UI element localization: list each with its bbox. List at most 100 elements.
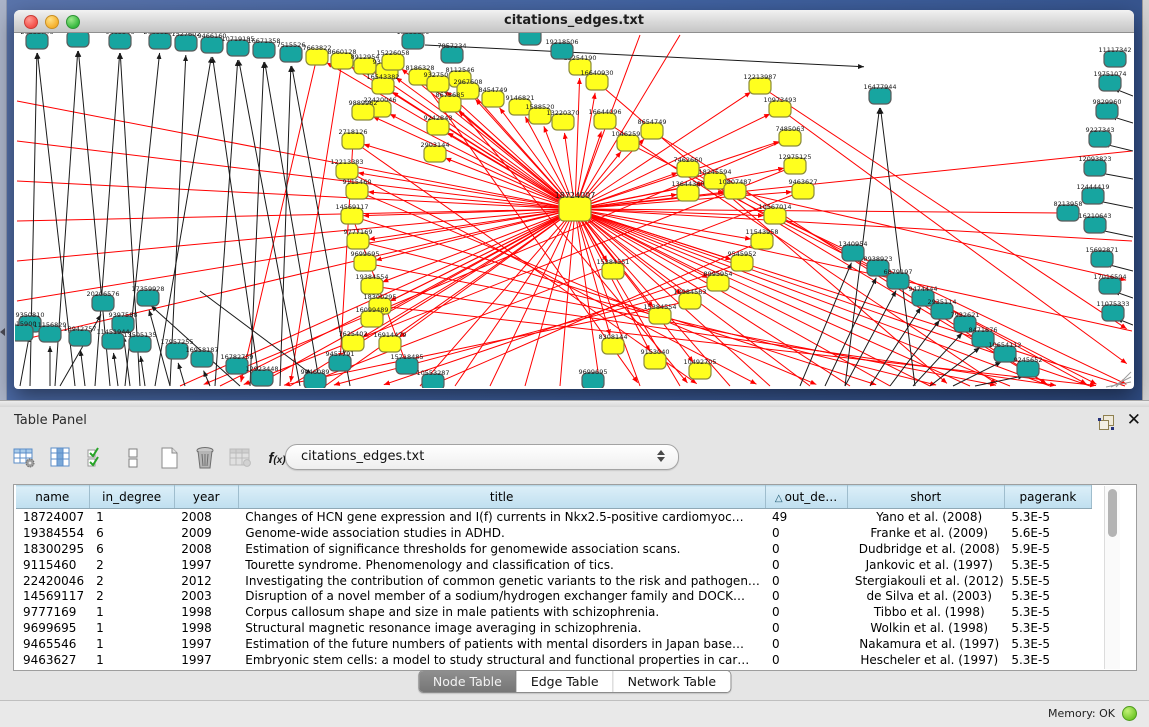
- table-cell[interactable]: 5.9E-5: [1004, 541, 1091, 557]
- table-cell[interactable]: Franke et al. (2009): [847, 525, 1004, 541]
- table-cell[interactable]: Tibbo et al. (1998): [847, 604, 1004, 620]
- table-cell[interactable]: 5.5E-5: [1004, 573, 1091, 589]
- table-row[interactable]: 969969511998Structural magnetic resonanc…: [16, 620, 1092, 636]
- table-cell[interactable]: 0: [765, 525, 847, 541]
- table-cell[interactable]: Stergiakouli et al. (2012): [847, 573, 1004, 589]
- table-cell[interactable]: 0: [765, 636, 847, 652]
- table-row[interactable]: 911546021997Tourette syndrome. Phenomeno…: [16, 557, 1092, 573]
- memory-status-indicator[interactable]: [1122, 706, 1137, 721]
- table-cell[interactable]: Embryonic stem cells: a model to study s…: [238, 652, 765, 668]
- table-row[interactable]: 2242004622012Investigating the contribut…: [16, 573, 1092, 589]
- tab-network-table[interactable]: Network Table: [614, 671, 731, 692]
- table-cell[interactable]: Disruption of a novel member of a sodium…: [238, 588, 765, 604]
- table-cell[interactable]: 0: [765, 588, 847, 604]
- table-cell[interactable]: 14569117: [16, 588, 89, 604]
- table-cell[interactable]: Investigating the contribution of common…: [238, 573, 765, 589]
- zoom-window-icon[interactable]: [66, 15, 80, 29]
- table-cell[interactable]: 5.3E-5: [1004, 509, 1091, 525]
- table-cell[interactable]: 9699695: [16, 620, 89, 636]
- table-cell[interactable]: 19384554: [16, 525, 89, 541]
- table-cell[interactable]: 1997: [174, 652, 238, 668]
- table-cell[interactable]: 9463627: [16, 652, 89, 668]
- column-header-title[interactable]: title: [238, 486, 765, 509]
- table-mode-button[interactable]: [10, 443, 40, 473]
- table-cell[interactable]: 2008: [174, 509, 238, 525]
- table-row[interactable]: 977716911998Corpus callosum shape and si…: [16, 604, 1092, 620]
- table-cell[interactable]: 18724007: [16, 509, 89, 525]
- table-cell[interactable]: Wolkin et al. (1998): [847, 620, 1004, 636]
- column-header-indegree[interactable]: in_degree: [89, 486, 174, 509]
- table-cell[interactable]: Dudbridge et al. (2008): [847, 541, 1004, 557]
- table-cell[interactable]: 0: [765, 652, 847, 668]
- column-header-pagerank[interactable]: pagerank: [1004, 486, 1091, 509]
- table-cell[interactable]: 2003: [174, 588, 238, 604]
- window-titlebar[interactable]: citations_edges.txt: [14, 10, 1134, 33]
- table-cell[interactable]: Genome-wide association studies in ADHD.: [238, 525, 765, 541]
- table-cell[interactable]: 1: [89, 509, 174, 525]
- table-cell[interactable]: 9777169: [16, 604, 89, 620]
- graph-node[interactable]: [519, 33, 541, 45]
- table-cell[interactable]: Tourette syndrome. Phenomenology and cla…: [238, 557, 765, 573]
- column-header-name[interactable]: name: [16, 486, 89, 509]
- minimize-window-icon[interactable]: [45, 15, 59, 29]
- table-cell[interactable]: 1: [89, 652, 174, 668]
- column-header-short[interactable]: short: [847, 486, 1004, 509]
- table-cell[interactable]: 18300295: [16, 541, 89, 557]
- table-row[interactable]: 1872400712008Changes of HCN gene express…: [16, 509, 1092, 525]
- select-all-columns-button[interactable]: [82, 443, 112, 473]
- table-cell[interactable]: 1: [89, 604, 174, 620]
- citation-network-graph[interactable]: 7663822866012889129549327508152260581654…: [15, 33, 1133, 388]
- table-cell[interactable]: Jankovic et al. (1997): [847, 557, 1004, 573]
- table-cell[interactable]: 6: [89, 541, 174, 557]
- collapse-left-icon[interactable]: [0, 328, 5, 336]
- table-cell[interactable]: 1997: [174, 636, 238, 652]
- delete-column-button[interactable]: [190, 443, 220, 473]
- table-cell[interactable]: 9465546: [16, 636, 89, 652]
- table-cell[interactable]: Estimation of the future numbers of pati…: [238, 636, 765, 652]
- table-cell[interactable]: 9115460: [16, 557, 89, 573]
- table-row[interactable]: 946554611997Estimation of the future num…: [16, 636, 1092, 652]
- table-cell[interactable]: 5.3E-5: [1004, 588, 1091, 604]
- table-scrollbar[interactable]: [1104, 486, 1120, 669]
- table-row[interactable]: 1938455462009Genome-wide association stu…: [16, 525, 1092, 541]
- table-cell[interactable]: 1: [89, 620, 174, 636]
- table-cell[interactable]: 2008: [174, 541, 238, 557]
- table-cell[interactable]: Hescheler et al. (1997): [847, 652, 1004, 668]
- table-cell[interactable]: 22420046: [16, 573, 89, 589]
- left-splitter-strip[interactable]: [0, 0, 7, 400]
- table-cell[interactable]: Changes of HCN gene expression and I(f) …: [238, 509, 765, 525]
- table-cell[interactable]: 0: [765, 557, 847, 573]
- table-cell[interactable]: 2: [89, 573, 174, 589]
- table-cell[interactable]: de Silva et al. (2003): [847, 588, 1004, 604]
- table-cell[interactable]: 5.3E-5: [1004, 636, 1091, 652]
- table-cell[interactable]: 0: [765, 573, 847, 589]
- tab-node-table[interactable]: Node Table: [419, 671, 517, 692]
- table-cell[interactable]: 5.3E-5: [1004, 620, 1091, 636]
- table-cell[interactable]: 2009: [174, 525, 238, 541]
- table-cell[interactable]: 0: [765, 541, 847, 557]
- table-cell[interactable]: 2: [89, 557, 174, 573]
- table-cell[interactable]: Corpus callosum shape and size in male p…: [238, 604, 765, 620]
- column-header-year[interactable]: year: [174, 486, 238, 509]
- table-cell[interactable]: 1998: [174, 604, 238, 620]
- table-cell[interactable]: 5.3E-5: [1004, 604, 1091, 620]
- table-cell[interactable]: 2012: [174, 573, 238, 589]
- table-cell[interactable]: 5.3E-5: [1004, 652, 1091, 668]
- table-cell[interactable]: 1997: [174, 557, 238, 573]
- create-column-button[interactable]: [154, 443, 184, 473]
- table-cell[interactable]: 0: [765, 620, 847, 636]
- network-canvas[interactable]: 7663822866012889129549327508152260581654…: [15, 33, 1133, 388]
- show-columns-button[interactable]: [46, 443, 76, 473]
- tab-edge-table[interactable]: Edge Table: [517, 671, 614, 692]
- graph-node[interactable]: [67, 33, 89, 47]
- table-row[interactable]: 1830029562008Estimation of significance …: [16, 541, 1092, 557]
- table-selector-dropdown[interactable]: citations_edges.txt: [285, 444, 679, 470]
- table-cell[interactable]: 5.6E-5: [1004, 525, 1091, 541]
- rows-button[interactable]: [118, 443, 148, 473]
- close-panel-icon[interactable]: ✕: [1127, 410, 1141, 430]
- table-cell[interactable]: 1: [89, 636, 174, 652]
- table-cell[interactable]: Estimation of significance thresholds fo…: [238, 541, 765, 557]
- close-window-icon[interactable]: [24, 15, 38, 29]
- right-splitter-strip[interactable]: [1142, 0, 1149, 400]
- table-row[interactable]: 946362711997Embryonic stem cells: a mode…: [16, 652, 1092, 668]
